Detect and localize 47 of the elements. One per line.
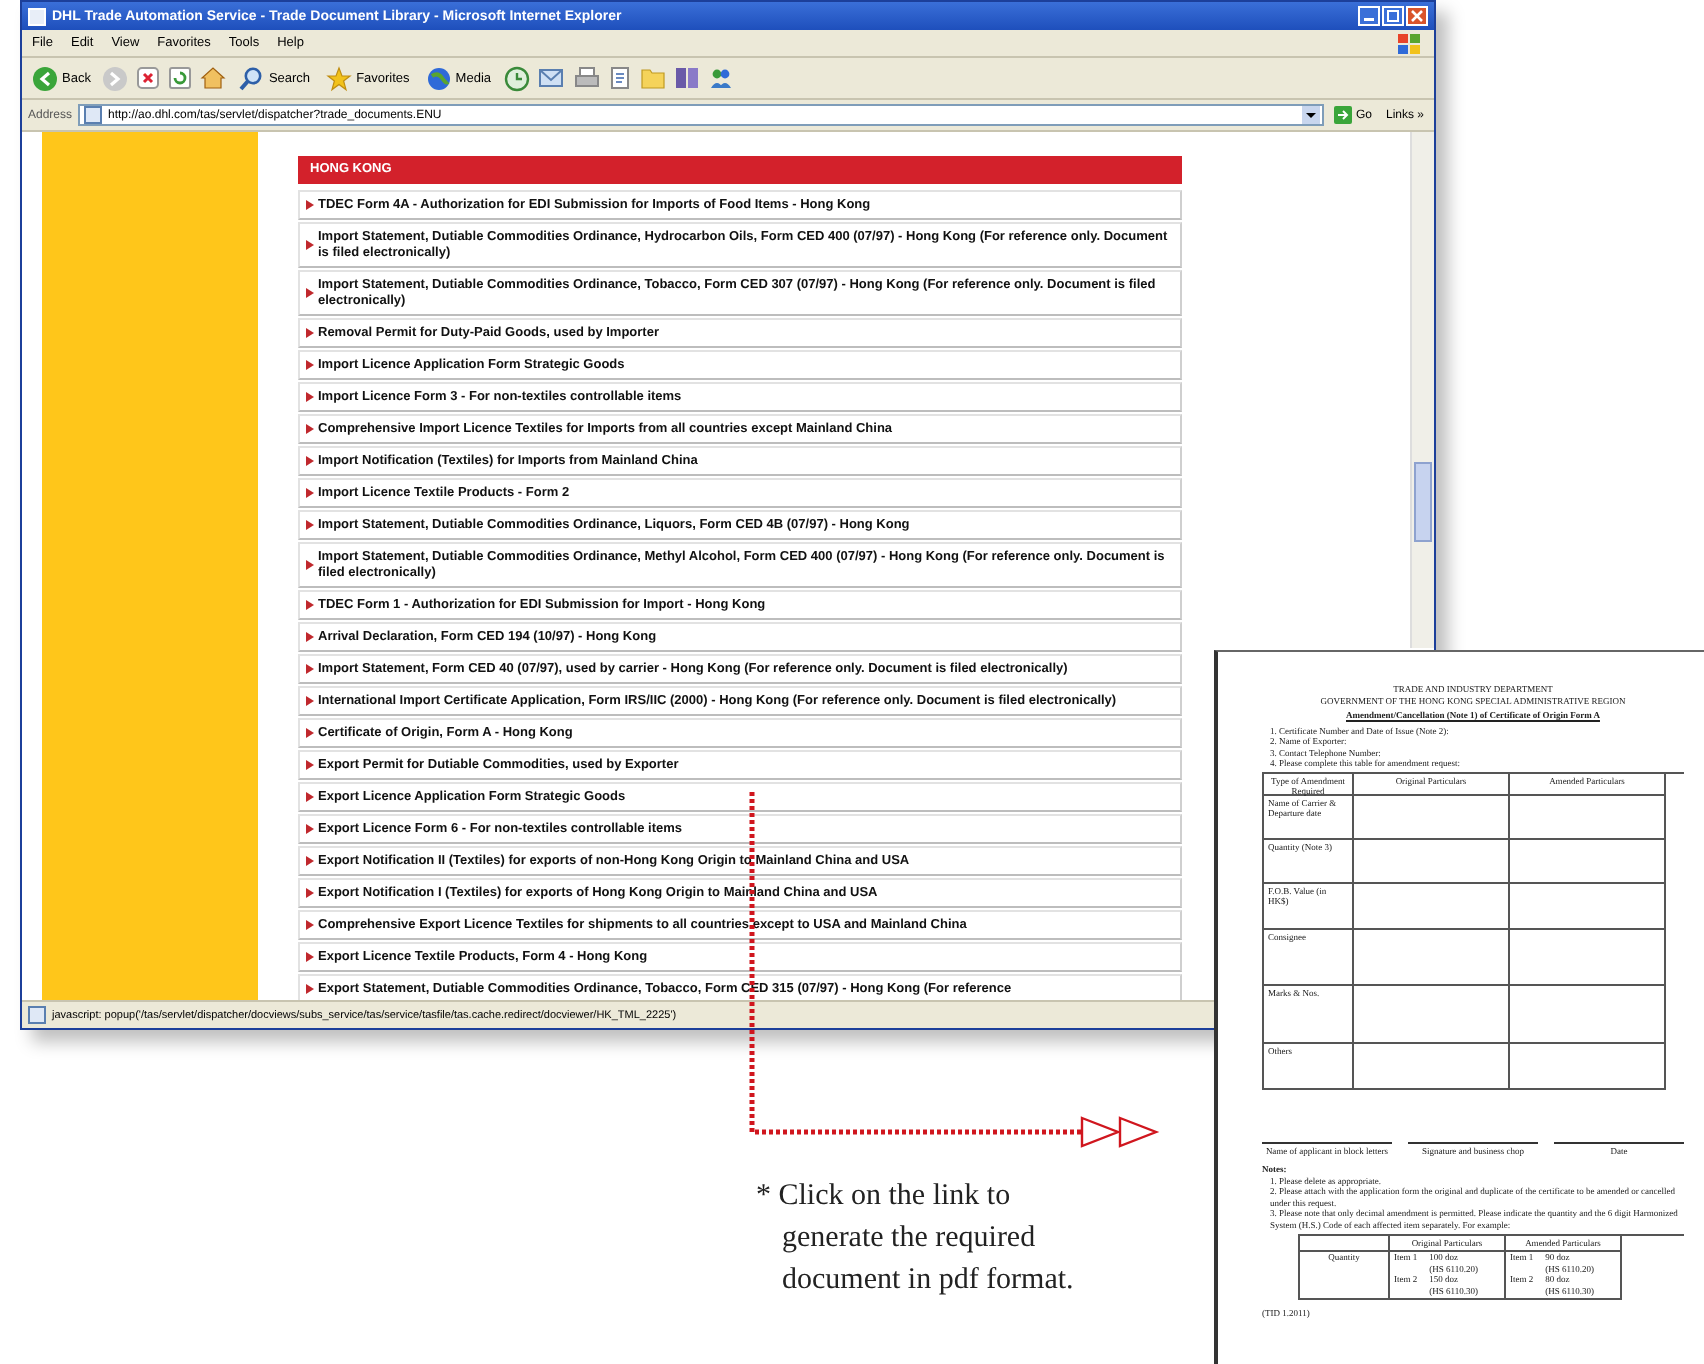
- clock-icon[interactable]: [503, 65, 530, 91]
- home-icon[interactable]: [200, 66, 227, 90]
- bullet-icon: [306, 888, 314, 898]
- bullet-icon: [306, 984, 314, 994]
- bullet-icon: [306, 456, 314, 466]
- bullet-icon: [306, 392, 314, 402]
- bullet-icon: [306, 424, 314, 434]
- printer-icon[interactable]: [573, 66, 600, 90]
- maximize-icon[interactable]: [1382, 6, 1404, 26]
- bullet-icon: [306, 520, 314, 530]
- minimize-icon[interactable]: [1358, 6, 1380, 26]
- bullet-icon: [306, 632, 314, 642]
- page-icon: [84, 106, 103, 124]
- document-icon[interactable]: [607, 66, 632, 90]
- bullet-icon: [306, 792, 314, 802]
- bullet-icon: [306, 600, 314, 610]
- bullet-icon: [306, 824, 314, 834]
- bullet-icon: [306, 288, 314, 298]
- bullet-icon: [306, 360, 314, 370]
- star-icon: [326, 65, 353, 91]
- bullet-icon: [306, 560, 314, 570]
- bullet-icon: [306, 952, 314, 962]
- people-icon[interactable]: [707, 66, 734, 90]
- bullet-icon: [306, 328, 314, 338]
- bullet-icon: [306, 200, 314, 210]
- bullet-icon: [306, 920, 314, 930]
- bullet-icon: [306, 240, 314, 250]
- bullet-icon: [306, 488, 314, 498]
- page-icon: [28, 1006, 46, 1024]
- scroll-thumb[interactable]: [1414, 462, 1432, 542]
- page-icon: [28, 7, 46, 25]
- search-icon: [238, 65, 265, 91]
- close-icon[interactable]: [1406, 6, 1428, 26]
- refresh-icon[interactable]: [168, 66, 193, 90]
- scrollbar[interactable]: [1410, 132, 1434, 648]
- bullet-icon: [306, 856, 314, 866]
- bullet-icon: [306, 696, 314, 706]
- arrow-icon: [1333, 106, 1352, 124]
- bullet-icon: [306, 664, 314, 674]
- bullet-icon: [306, 728, 314, 738]
- stop-icon[interactable]: [136, 66, 161, 90]
- globe-icon: [425, 65, 452, 91]
- caption-text: * Click on the link to generate the required document in pdf format.: [756, 1178, 1076, 1300]
- windows-logo-icon: [1396, 31, 1424, 55]
- book-icon[interactable]: [673, 66, 700, 90]
- bullet-icon: [306, 760, 314, 770]
- mail-icon[interactable]: [537, 66, 566, 90]
